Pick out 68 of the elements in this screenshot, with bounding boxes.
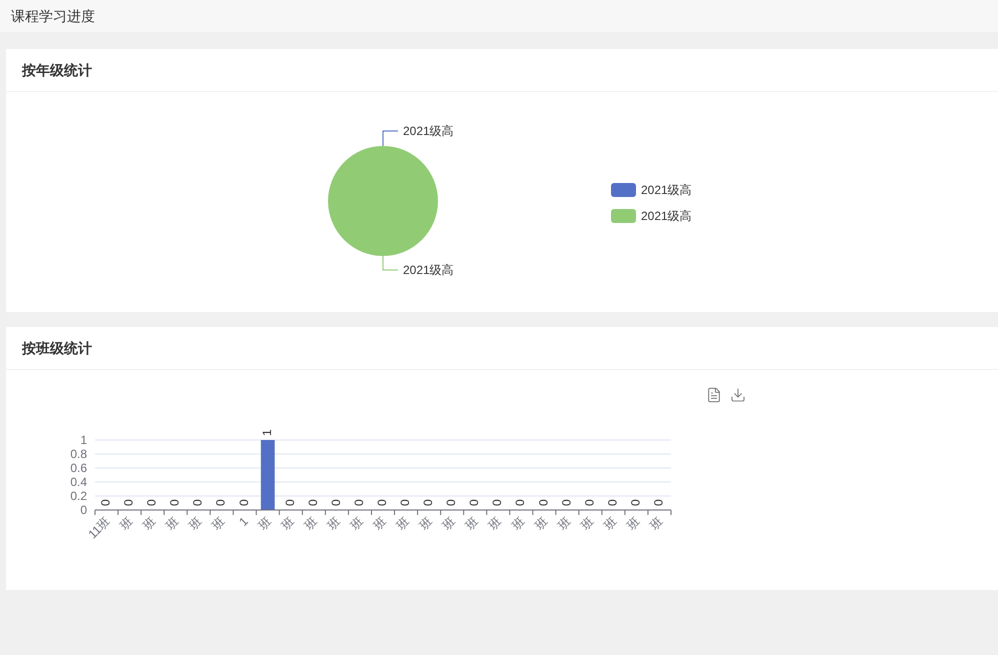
leader-line — [382, 130, 398, 146]
x-tick-label: 班 — [508, 514, 528, 533]
x-tick-label: 班 — [486, 514, 504, 533]
x-tick-label: 班 — [416, 514, 436, 533]
bar-value-label: 0 — [328, 499, 343, 506]
y-tick-label: 0.6 — [70, 461, 87, 475]
bar-value-label: 0 — [513, 499, 528, 506]
x-tick-label: 班 — [117, 514, 136, 533]
x-tick-label: 班 — [370, 514, 390, 533]
x-tick-label: 班 — [394, 514, 412, 533]
bar-value-label: 0 — [444, 499, 458, 506]
bar-value-label: 0 — [582, 499, 596, 506]
bar-value-label: 0 — [282, 499, 297, 506]
x-tick-label: 班 — [601, 514, 620, 533]
bar-value-label: 0 — [375, 499, 389, 506]
download-icon[interactable] — [730, 386, 746, 404]
bar-value-label: 1 — [260, 429, 274, 436]
x-tick-label: 班 — [462, 514, 482, 533]
x-tick-label: 11班 — [85, 514, 113, 542]
bar-value-label: 0 — [398, 499, 412, 506]
x-tick-label: 班 — [256, 514, 274, 533]
pie-label: 2021级高 — [403, 263, 454, 277]
card-title: 按班级统计 — [22, 338, 92, 358]
y-tick-label: 1 — [80, 433, 87, 447]
x-tick-label: 班 — [624, 514, 643, 533]
bar-value-label: 0 — [190, 499, 205, 506]
x-tick-label: 班 — [440, 514, 458, 533]
x-tick-label: 班 — [324, 514, 344, 533]
x-tick-label: 班 — [209, 514, 228, 533]
x-tick-label: 班 — [302, 514, 320, 533]
x-tick-label: 班 — [186, 514, 205, 533]
data-view-icon[interactable] — [706, 386, 722, 404]
leader-line — [382, 256, 398, 270]
page-title: 课程学习进度 — [11, 6, 95, 26]
y-tick-label: 0.8 — [70, 447, 87, 461]
x-tick-label: 班 — [555, 514, 574, 533]
bar-value-label: 0 — [98, 499, 113, 506]
bar-value-label: 0 — [352, 499, 366, 506]
bar-value-label: 0 — [421, 499, 436, 506]
bar-value-label: 0 — [628, 499, 642, 506]
x-tick-label: 班 — [647, 514, 666, 533]
x-tick-label: 班 — [532, 514, 550, 533]
legend-label: 2021级高 — [641, 208, 692, 225]
bar-value-label: 0 — [605, 499, 620, 506]
bar-value-label: 0 — [559, 499, 574, 506]
bar-value-label: 0 — [236, 499, 251, 506]
bar-value-label: 0 — [467, 499, 482, 506]
bar-value-label: 0 — [490, 499, 504, 506]
y-tick-label: 0 — [80, 503, 87, 517]
card-title: 按年级统计 — [22, 60, 92, 80]
bar — [260, 440, 275, 510]
bar-value-label: 0 — [168, 499, 182, 506]
bar-value-label: 0 — [306, 499, 320, 506]
y-tick-label: 0.2 — [70, 489, 87, 503]
legend-label: 2021级高 — [641, 182, 692, 199]
bar-value-label: 0 — [214, 499, 228, 506]
x-tick-label: 班 — [140, 514, 159, 533]
x-tick-label: 1 — [236, 514, 251, 529]
x-tick-label: 班 — [278, 514, 297, 533]
bar-value-label: 0 — [651, 499, 666, 506]
x-tick-label: 班 — [163, 514, 182, 533]
y-tick-label: 0.4 — [70, 475, 87, 489]
pie-label: 2021级高 — [403, 124, 454, 138]
x-tick-label: 班 — [578, 514, 596, 533]
bar-value-label: 0 — [536, 499, 550, 506]
bar-value-label: 0 — [122, 499, 136, 506]
x-tick-label: 班 — [348, 514, 366, 533]
bar-value-label: 0 — [144, 499, 159, 506]
